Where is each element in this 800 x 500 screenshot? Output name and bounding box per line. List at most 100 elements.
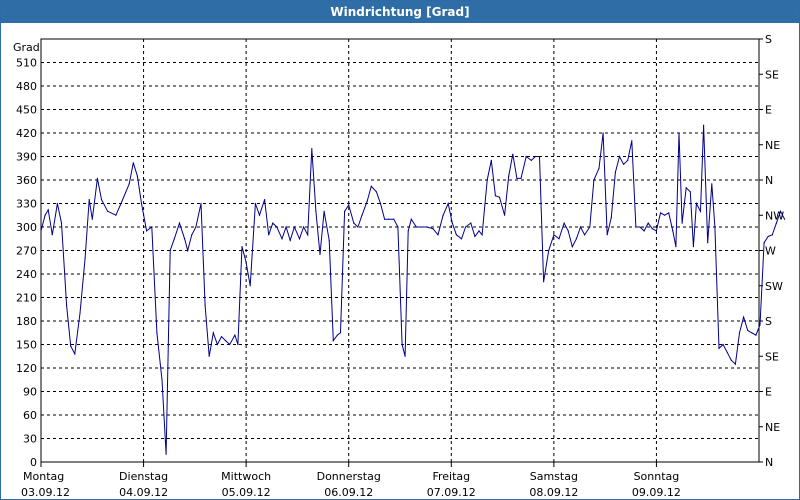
data-point: [249, 285, 251, 287]
data-point: [281, 238, 283, 240]
data-point: [328, 239, 330, 241]
data-point: [74, 353, 76, 355]
y-tick-label: 300: [16, 221, 37, 234]
data-point: [655, 230, 658, 232]
series-layer: [40, 124, 786, 455]
data-point: [699, 210, 702, 212]
data-point: [602, 132, 604, 134]
data-point: [293, 226, 295, 228]
data-point: [703, 124, 705, 126]
data-point: [375, 191, 377, 193]
data-point: [336, 334, 338, 336]
data-point: [584, 234, 586, 236]
data-point: [558, 238, 560, 240]
data-point: [339, 332, 342, 334]
data-point: [225, 340, 227, 342]
data-point: [140, 202, 143, 205]
x-date-label: 07.09.12: [427, 486, 476, 499]
compass-label: SW: [765, 280, 783, 293]
compass-label: NE: [765, 421, 780, 434]
x-day-label: Donnerstag: [317, 470, 381, 483]
data-point: [384, 218, 386, 220]
data-point: [397, 226, 399, 228]
data-point: [751, 332, 753, 334]
data-point: [442, 214, 444, 216]
y-tick-label: 30: [23, 433, 37, 446]
data-point: [107, 210, 109, 212]
data-point: [685, 187, 687, 189]
data-point: [707, 242, 709, 244]
x-day-label: Sonntag: [634, 470, 680, 483]
x-date-label: 08.09.12: [529, 486, 578, 499]
data-point: [553, 234, 555, 236]
data-point: [779, 210, 782, 212]
data-point: [681, 222, 683, 224]
data-point: [91, 218, 93, 220]
data-point: [516, 177, 518, 179]
data-point: [647, 222, 649, 224]
data-point: [264, 199, 266, 201]
y-tick-label: 60: [23, 409, 37, 422]
data-point: [84, 257, 86, 259]
data-point: [298, 238, 301, 240]
data-point: [538, 155, 541, 158]
data-point: [534, 155, 537, 158]
y-tick-label: 180: [16, 315, 37, 328]
data-point: [593, 179, 595, 181]
data-point: [370, 185, 372, 187]
y-tick-label: 150: [16, 339, 37, 352]
data-point: [664, 214, 666, 216]
data-point: [447, 202, 449, 205]
data-point: [571, 246, 573, 248]
data-point: [66, 304, 68, 306]
data-point: [589, 226, 591, 228]
x-date-label: 03.09.12: [21, 486, 70, 499]
data-point: [711, 183, 713, 185]
y-tick-label: 90: [23, 386, 37, 399]
data-point: [184, 238, 186, 240]
data-point: [567, 230, 569, 232]
data-point: [132, 162, 134, 164]
data-point: [88, 199, 90, 201]
compass-label: W: [765, 245, 776, 258]
data-point: [100, 199, 103, 201]
data-point: [643, 230, 645, 232]
data-point: [237, 343, 239, 346]
data-point: [404, 355, 406, 357]
data-point: [165, 453, 167, 455]
data-point: [169, 249, 171, 252]
data-point: [763, 242, 765, 244]
data-point: [208, 355, 210, 357]
data-point: [410, 218, 412, 220]
x-date-label: 09.09.12: [632, 486, 681, 499]
x-date-label: 06.09.12: [324, 486, 373, 499]
compass-label: E: [765, 386, 772, 399]
data-point: [344, 210, 346, 212]
data-point: [598, 167, 600, 169]
data-point: [151, 226, 153, 228]
left-axis: 0 30 60 90 120 150 180 210 240 270 300 330 360 390 420…: [13, 41, 40, 469]
data-point: [47, 209, 49, 211]
data-point: [204, 304, 206, 306]
data-point: [311, 148, 313, 150]
data-point: [195, 226, 197, 228]
data-point: [128, 183, 130, 185]
chart-canvas: 0 30 60 90 120 150 180 210 240 270 300 330 360 390 420…: [13, 33, 786, 499]
data-point: [512, 153, 514, 155]
data-point: [478, 230, 480, 232]
data-point: [272, 222, 274, 224]
data-point: [307, 234, 309, 236]
data-point: [258, 214, 261, 216]
data-point: [96, 177, 98, 179]
compass-label: NE: [765, 139, 780, 152]
data-point: [451, 222, 453, 224]
data-point: [285, 226, 287, 228]
compass-label: NW: [765, 209, 784, 222]
compass-label: N: [765, 456, 773, 469]
data-point: [361, 214, 363, 216]
data-point: [474, 235, 476, 237]
x-axis: Montag 03.09.12 Dienstag 04.09.12 Mittwoch 05…: [21, 462, 681, 499]
data-point: [631, 140, 633, 142]
data-point: [216, 343, 218, 346]
data-point: [51, 234, 53, 236]
